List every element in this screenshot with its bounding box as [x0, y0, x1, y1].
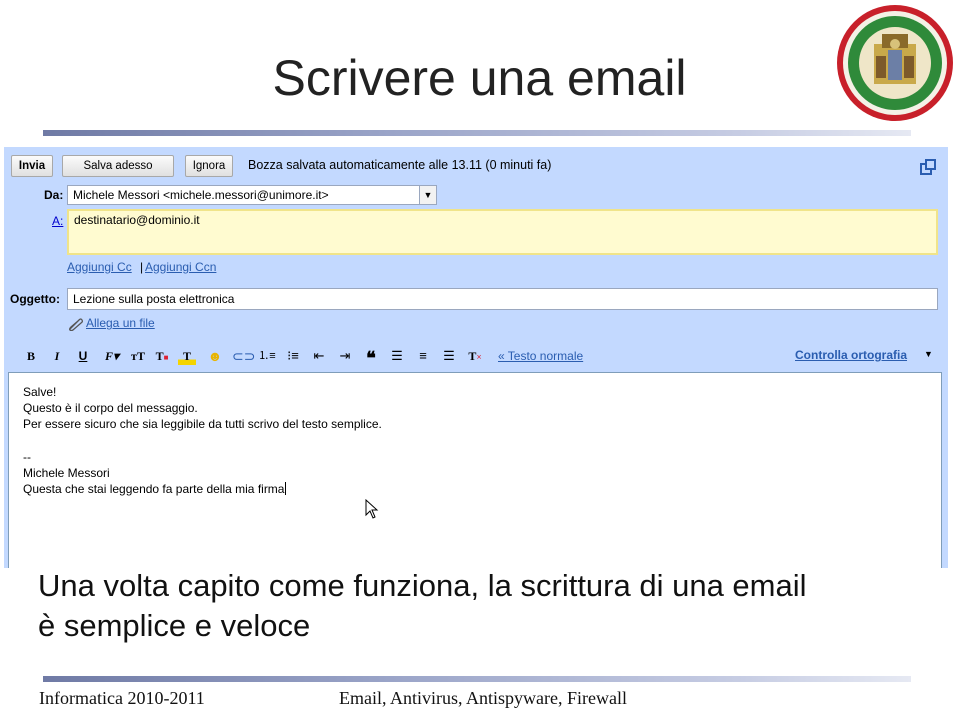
subject-label: Oggetto: [10, 292, 60, 306]
font-size-icon[interactable]: тT [126, 347, 150, 365]
plain-text-link[interactable]: « Testo normale [498, 349, 583, 363]
indent-icon[interactable]: ⇥ [336, 347, 354, 365]
chevron-down-icon[interactable]: ▼ [924, 349, 933, 359]
popout-icon[interactable] [920, 159, 936, 175]
footer-rule [43, 676, 911, 682]
paperclip-icon [69, 318, 83, 331]
message-body-editor[interactable]: Salve! Questo è il corpo del messaggio. … [8, 372, 942, 568]
caption-line-1: Una volta capito come funziona, la scrit… [38, 568, 807, 603]
body-line: Questo è il corpo del messaggio. [23, 401, 198, 415]
from-value: Michele Messori <michele.messori@unimore… [73, 188, 329, 202]
outdent-icon[interactable]: ⇤ [310, 347, 328, 365]
body-line: Salve! [23, 385, 57, 399]
highlight-icon[interactable]: T [178, 347, 196, 365]
align-left-icon[interactable]: ☰ [388, 347, 406, 365]
underline-icon[interactable]: U [74, 347, 92, 365]
spellcheck-link[interactable]: Controlla ortografia [795, 348, 907, 362]
discard-button[interactable]: Ignora [185, 155, 233, 177]
chevron-down-icon[interactable]: ▼ [419, 186, 436, 204]
bold-icon[interactable]: B [22, 347, 40, 365]
signature-text: Questa che stai leggendo fa parte della … [23, 482, 285, 496]
footer-course: Informatica 2010-2011 [39, 688, 205, 708]
formatting-toolbar: B I U F▾ тT T■ T ☻ ⊂⊃ ⒈≡ ⁝≡ ⇤ ⇥ ❝ ☰ ≡ ☰ … [8, 343, 942, 369]
numbered-list-icon[interactable]: ⒈≡ [258, 347, 276, 365]
mouse-pointer-icon [365, 499, 379, 519]
from-select[interactable]: Michele Messori <michele.messori@unimore… [67, 185, 437, 205]
signature-separator: -- [23, 450, 31, 464]
caption-line-2: è semplice e veloce [38, 608, 311, 643]
signature-name: Michele Messori [23, 466, 110, 480]
from-label: Da: [44, 188, 64, 202]
slide-caption: Una volta capito come funziona, la scrit… [38, 566, 938, 646]
cc-separator: | [140, 260, 144, 274]
draft-saved-status: Bozza salvata automaticamente alle 13.11… [248, 158, 552, 172]
bulleted-list-icon[interactable]: ⁝≡ [284, 347, 302, 365]
align-right-icon[interactable]: ☰ [440, 347, 458, 365]
text-caret [285, 482, 287, 495]
slide-title: Scrivere una email [272, 50, 687, 106]
title-rule [43, 130, 911, 136]
gmail-compose-window: Invia Salva adesso Ignora Bozza salvata … [4, 147, 948, 568]
university-logo [837, 5, 953, 121]
subject-value: Lezione sulla posta elettronica [73, 292, 235, 306]
attach-file-link[interactable]: Allega un file [86, 316, 155, 330]
signature-line: Questa che stai leggendo fa parte della … [23, 482, 287, 496]
send-button[interactable]: Invia [11, 155, 53, 177]
save-now-button[interactable]: Salva adesso [62, 155, 174, 177]
remove-formatting-icon[interactable]: T× [466, 347, 484, 365]
text-color-icon[interactable]: T■ [152, 347, 172, 365]
subject-input[interactable]: Lezione sulla posta elettronica [67, 288, 938, 310]
link-icon[interactable]: ⊂⊃ [232, 347, 255, 365]
to-label[interactable]: A: [52, 214, 63, 228]
quote-icon[interactable]: ❝ [362, 347, 380, 368]
font-icon[interactable]: F▾ [100, 347, 124, 365]
add-cc-link[interactable]: Aggiungi Cc [67, 260, 132, 274]
body-line: Per essere sicuro che sia leggibile da t… [23, 417, 382, 431]
emoticon-icon[interactable]: ☻ [206, 347, 224, 365]
align-center-icon[interactable]: ≡ [414, 347, 432, 365]
add-bcc-link[interactable]: Aggiungi Ccn [145, 260, 216, 274]
italic-icon[interactable]: I [48, 347, 66, 365]
footer-topic: Email, Antivirus, Antispyware, Firewall [339, 688, 627, 708]
to-value: destinatario@dominio.it [74, 213, 200, 227]
to-field[interactable]: destinatario@dominio.it [67, 209, 938, 255]
